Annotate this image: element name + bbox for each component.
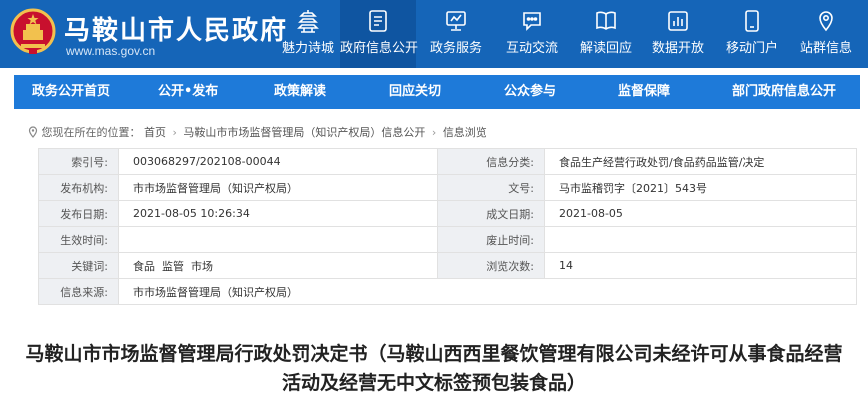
bar-chart-icon	[668, 11, 688, 31]
subnav-item-publish[interactable]: 公开•发布	[158, 75, 218, 109]
site-logo[interactable]: 马鞍山市人民政府 www.mas.gov.cn	[10, 6, 290, 62]
info-table: 索引号: 003068297/202108-00044 信息分类: 食品生产经营…	[38, 148, 857, 305]
top-nav: 魅力诗城 政府信息公开 政务服务 互动交流 解读回应 数据开放 移动门户 站群信…	[268, 0, 868, 68]
doc-no-label: 文号:	[437, 174, 545, 201]
keywords-label: 关键词:	[38, 252, 119, 279]
created-date-value: 2021-08-05	[544, 200, 857, 227]
subnav-item-participation[interactable]: 公众参与	[504, 75, 556, 109]
org-value: 市市场监督管理局（知识产权局）	[118, 174, 438, 201]
site-name: 马鞍山市人民政府	[64, 16, 289, 46]
created-date-label: 成文日期:	[437, 200, 545, 227]
category-value: 食品生产经营行政处罚/食品药品监管/决定	[544, 148, 857, 175]
doc-no-value: 马市监稽罚字〔2021〕543号	[544, 174, 857, 201]
subnav-item-policy[interactable]: 政策解读	[274, 75, 326, 109]
top-nav-item-charm[interactable]: 魅力诗城	[270, 0, 346, 68]
top-nav-item-info-public[interactable]: 政府信息公开	[340, 0, 418, 68]
effective-label: 生效时间:	[38, 226, 119, 253]
table-row: 生效时间: 废止时间:	[38, 226, 857, 253]
source-value: 市市场监督管理局（知识产权局）	[118, 278, 857, 305]
publish-date-label: 发布日期:	[38, 200, 119, 227]
top-nav-item-mobile[interactable]: 移动门户	[714, 0, 790, 68]
national-emblem-icon	[10, 8, 56, 54]
chat-bubble-icon	[523, 12, 541, 31]
index-no-value: 003068297/202108-00044	[118, 148, 438, 175]
subnav-item-departments[interactable]: 部门政府信息公开	[732, 75, 836, 109]
breadcrumb-home[interactable]: 首页	[144, 126, 166, 139]
breadcrumb-current: 信息浏览	[442, 126, 487, 139]
monitor-icon	[446, 11, 466, 31]
breadcrumb: 您现在所在的位置： 首页 › 马鞍山市市场监督管理局（知识产权局）信息公开 › …	[28, 124, 487, 139]
breadcrumb-separator: ›	[431, 125, 437, 139]
document-title: 马鞍山市市场监督管理局行政处罚决定书（马鞍山西西里餐饮管理有限公司未经许可从事食…	[25, 343, 843, 394]
top-nav-item-open-data[interactable]: 数据开放	[640, 0, 716, 68]
document-list-icon	[369, 10, 387, 32]
pagoda-icon	[297, 10, 319, 33]
top-nav-item-interpretation[interactable]: 解读回应	[568, 0, 644, 68]
views-label: 浏览次数:	[437, 252, 545, 279]
table-row: 关键词: 食品 监管 市场 浏览次数: 14	[38, 252, 857, 279]
top-nav-item-interaction[interactable]: 互动交流	[494, 0, 570, 68]
abolish-value	[544, 226, 857, 253]
table-row: 信息来源: 市市场监督管理局（知识产权局）	[38, 278, 857, 305]
source-label: 信息来源:	[38, 278, 119, 305]
top-nav-item-services[interactable]: 政务服务	[418, 0, 494, 68]
location-pin-icon	[28, 126, 38, 138]
views-value: 14	[544, 252, 857, 279]
sub-nav: 政务公开首页 公开•发布 政策解读 回应关切 公众参与 监督保障 部门政府信息公…	[14, 75, 860, 109]
org-label: 发布机构:	[38, 174, 119, 201]
location-pin-icon	[819, 11, 833, 32]
abolish-label: 废止时间:	[437, 226, 545, 253]
table-row: 发布机构: 市市场监督管理局（知识产权局） 文号: 马市监稽罚字〔2021〕54…	[38, 174, 857, 201]
subnav-item-response[interactable]: 回应关切	[389, 75, 441, 109]
table-row: 发布日期: 2021-08-05 10:26:34 成文日期: 2021-08-…	[38, 200, 857, 227]
mobile-icon	[745, 10, 759, 32]
keywords-value: 食品 监管 市场	[118, 252, 438, 279]
book-icon	[596, 11, 616, 30]
breadcrumb-department[interactable]: 马鞍山市市场监督管理局（知识产权局）信息公开	[183, 126, 425, 139]
effective-value	[118, 226, 438, 253]
site-url: www.mas.gov.cn	[66, 44, 156, 58]
category-label: 信息分类:	[437, 148, 545, 175]
breadcrumb-prefix: 您现在所在的位置：	[41, 126, 141, 139]
subnav-item-supervision[interactable]: 监督保障	[618, 75, 670, 109]
table-row: 索引号: 003068297/202108-00044 信息分类: 食品生产经营…	[38, 148, 857, 175]
breadcrumb-separator: ›	[172, 125, 177, 139]
top-nav-item-station-group[interactable]: 站群信息	[788, 0, 864, 68]
site-header: 马鞍山市人民政府 www.mas.gov.cn 魅力诗城 政府信息公开 政务服务…	[0, 0, 868, 68]
publish-date-value: 2021-08-05 10:26:34	[118, 200, 438, 227]
index-no-label: 索引号:	[38, 148, 119, 175]
subnav-item-home[interactable]: 政务公开首页	[32, 75, 110, 109]
